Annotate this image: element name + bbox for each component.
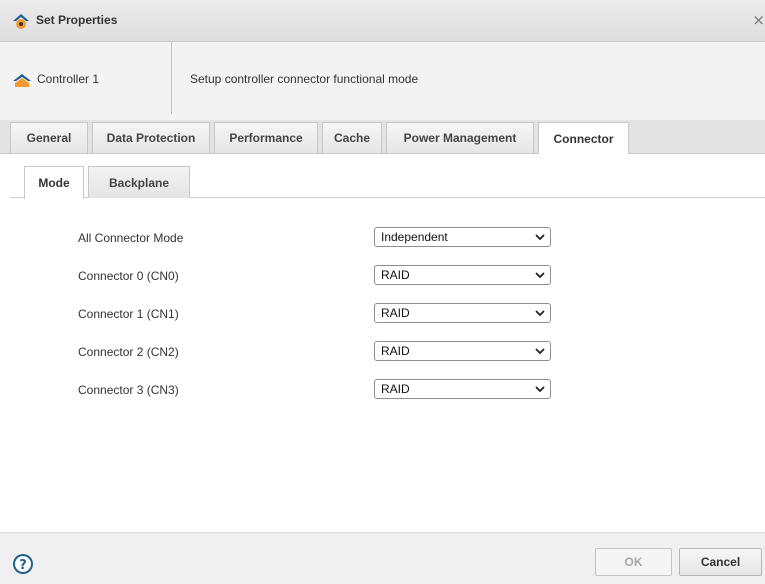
- select-value: RAID: [381, 306, 410, 320]
- sub-tabbar: Mode Backplane: [10, 162, 765, 199]
- chevron-down-icon: [535, 272, 545, 279]
- svg-text:?: ?: [19, 558, 27, 573]
- cancel-button[interactable]: Cancel: [679, 548, 762, 576]
- select-value: RAID: [381, 268, 410, 282]
- select-value: Independent: [381, 230, 448, 244]
- select-value: RAID: [381, 344, 410, 358]
- tab-content-panel: Mode Backplane All Connector Mode Indepe…: [0, 154, 765, 532]
- chevron-down-icon: [535, 234, 545, 241]
- chevron-down-icon: [535, 310, 545, 317]
- help-icon[interactable]: ?: [12, 553, 34, 575]
- connector-0-select[interactable]: RAID: [374, 265, 551, 285]
- dialog-footer: ? OK Cancel: [0, 532, 765, 584]
- subtab-mode[interactable]: Mode: [24, 166, 84, 199]
- tab-performance[interactable]: Performance: [214, 122, 318, 153]
- chevron-down-icon: [535, 348, 545, 355]
- tab-connector[interactable]: Connector: [538, 122, 629, 155]
- controller-info-bar: Controller 1 Setup controller connector …: [0, 42, 765, 120]
- settings-gear-icon: [13, 14, 29, 29]
- tab-cache[interactable]: Cache: [322, 122, 382, 153]
- info-divider: [171, 42, 172, 114]
- setting-label-cn2: Connector 2 (CN2): [78, 345, 179, 359]
- subtab-backplane[interactable]: Backplane: [88, 166, 190, 198]
- dialog-title: Set Properties: [36, 13, 118, 27]
- select-value: RAID: [381, 382, 410, 396]
- controller-name: Controller 1: [37, 72, 100, 86]
- dialog-titlebar: Set Properties ×: [0, 0, 765, 42]
- connector-1-select[interactable]: RAID: [374, 303, 551, 323]
- main-tabbar: General Data Protection Performance Cach…: [0, 120, 765, 155]
- connector-3-select[interactable]: RAID: [374, 379, 551, 399]
- chevron-down-icon: [535, 386, 545, 393]
- tab-power-management[interactable]: Power Management: [386, 122, 534, 153]
- setting-label-all-connector-mode: All Connector Mode: [78, 231, 184, 245]
- all-connector-mode-select[interactable]: Independent: [374, 227, 551, 247]
- ok-button[interactable]: OK: [595, 548, 672, 576]
- close-icon[interactable]: ×: [752, 11, 765, 29]
- tab-data-protection[interactable]: Data Protection: [92, 122, 210, 153]
- controller-icon: [13, 74, 31, 87]
- setting-label-cn1: Connector 1 (CN1): [78, 307, 179, 321]
- setting-label-cn0: Connector 0 (CN0): [78, 269, 179, 283]
- setting-label-cn3: Connector 3 (CN3): [78, 383, 179, 397]
- tab-general[interactable]: General: [10, 122, 88, 153]
- connector-2-select[interactable]: RAID: [374, 341, 551, 361]
- info-description: Setup controller connector functional mo…: [190, 72, 419, 86]
